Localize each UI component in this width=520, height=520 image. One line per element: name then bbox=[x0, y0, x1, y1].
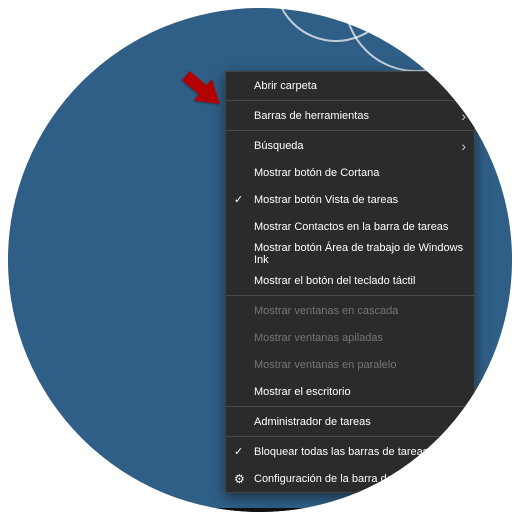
menu-label: Mostrar ventanas apiladas bbox=[254, 332, 383, 344]
menu-stacked: Mostrar ventanas apiladas bbox=[226, 324, 474, 351]
menu-taskbar-settings[interactable]: Configuración de la barra de tareas bbox=[226, 465, 474, 492]
menu-label: Mostrar botón de Cortana bbox=[254, 167, 379, 179]
taskbar[interactable]: Solvetic Internet bbox=[8, 508, 512, 512]
menu-separator bbox=[226, 436, 474, 437]
menu-task-view[interactable]: Mostrar botón Vista de tareas bbox=[226, 186, 474, 213]
menu-label: Mostrar Contactos en la barra de tareas bbox=[254, 221, 448, 233]
menu-label: Mostrar botón Área de trabajo de Windows… bbox=[254, 242, 474, 266]
menu-contacts[interactable]: Mostrar Contactos en la barra de tareas bbox=[226, 213, 474, 240]
menu-label: Mostrar botón Vista de tareas bbox=[254, 194, 398, 206]
menu-open-folder[interactable]: Abrir carpeta bbox=[226, 72, 474, 99]
menu-cascade: Mostrar ventanas en cascada bbox=[226, 297, 474, 324]
menu-lock-taskbars[interactable]: Bloquear todas las barras de tareas bbox=[226, 438, 474, 465]
menu-touch-keyboard[interactable]: Mostrar el botón del teclado táctil bbox=[226, 267, 474, 294]
menu-label: Abrir carpeta bbox=[254, 80, 317, 92]
menu-search[interactable]: Búsqueda bbox=[226, 132, 474, 159]
menu-separator bbox=[226, 406, 474, 407]
circular-crop: Solvetic Internet Abrir carpeta Barras d… bbox=[8, 8, 512, 512]
menu-toolbars[interactable]: Barras de herramientas bbox=[226, 102, 474, 129]
menu-task-manager[interactable]: Administrador de tareas bbox=[226, 408, 474, 435]
menu-separator bbox=[226, 295, 474, 296]
menu-separator bbox=[226, 130, 474, 131]
menu-label: Barras de herramientas bbox=[254, 110, 369, 122]
menu-label: Configuración de la barra de tareas bbox=[254, 473, 426, 485]
menu-ink[interactable]: Mostrar botón Área de trabajo de Windows… bbox=[226, 240, 474, 267]
menu-label: Mostrar el escritorio bbox=[254, 386, 351, 398]
menu-parallel: Mostrar ventanas en paralelo bbox=[226, 351, 474, 378]
menu-label: Mostrar ventanas en paralelo bbox=[254, 359, 396, 371]
desktop-wallpaper: Solvetic Internet Abrir carpeta Barras d… bbox=[8, 8, 512, 512]
menu-label: Mostrar el botón del teclado táctil bbox=[254, 275, 415, 287]
menu-show-desktop[interactable]: Mostrar el escritorio bbox=[226, 378, 474, 405]
menu-cortana[interactable]: Mostrar botón de Cortana bbox=[226, 159, 474, 186]
taskbar-context-menu: Abrir carpeta Barras de herramientas Bús… bbox=[225, 71, 475, 493]
menu-label: Administrador de tareas bbox=[254, 416, 371, 428]
menu-label: Mostrar ventanas en cascada bbox=[254, 305, 398, 317]
menu-label: Búsqueda bbox=[254, 140, 304, 152]
menu-separator bbox=[226, 100, 474, 101]
menu-label: Bloquear todas las barras de tareas bbox=[254, 446, 428, 458]
